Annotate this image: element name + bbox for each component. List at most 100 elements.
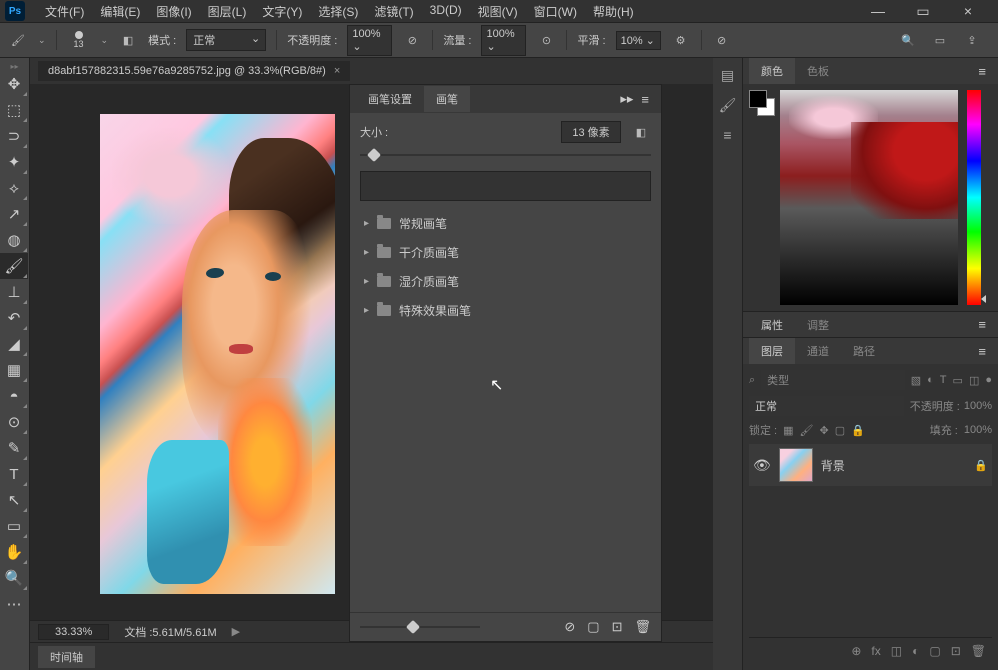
collapse-icon[interactable]: ▸▸ xyxy=(620,91,633,107)
eraser-tool[interactable]: ◢ xyxy=(0,331,28,357)
eyedropper-tool[interactable]: ↗ xyxy=(0,201,28,227)
link-icon[interactable]: ⊕ xyxy=(851,644,861,658)
tab-properties[interactable]: 属性 xyxy=(749,312,795,338)
opacity-input[interactable]: 100% ⌄ xyxy=(347,25,392,56)
brush-folder[interactable]: ▸常规画笔 xyxy=(360,209,651,238)
tab-brushes[interactable]: 画笔 xyxy=(424,86,470,112)
pressure-opacity-icon[interactable]: ⊘ xyxy=(402,30,422,50)
fg-bg-swatch[interactable] xyxy=(749,90,775,116)
more-tools[interactable]: ⋯ xyxy=(0,591,28,617)
airbrush-icon[interactable]: ⊙ xyxy=(536,30,556,50)
brush-folder[interactable]: ▸干介质画笔 xyxy=(360,238,651,267)
share-icon[interactable]: ⇪ xyxy=(962,30,982,50)
fill-value[interactable]: 100% xyxy=(964,424,992,436)
folder-icon[interactable]: ▢ xyxy=(587,619,599,635)
lock-artboard-icon[interactable]: ▢ xyxy=(835,424,845,437)
flip-icon[interactable]: ◧ xyxy=(631,122,651,142)
folder-icon[interactable]: ▢ xyxy=(929,644,940,658)
history-icon[interactable]: ▤ xyxy=(717,64,739,86)
lock-all-icon[interactable]: 🔒 xyxy=(851,424,865,437)
doc-tab[interactable]: d8abf157882315.59e76a9285752.jpg @ 33.3%… xyxy=(38,61,350,81)
size-slider[interactable] xyxy=(360,149,651,161)
chevron-down-icon[interactable]: ⌄ xyxy=(101,35,109,46)
filter-text-icon[interactable]: T xyxy=(940,374,947,387)
layer-opacity-value[interactable]: 100% xyxy=(964,400,992,412)
menu-item[interactable]: 图像(I) xyxy=(148,3,199,20)
history-brush-tool[interactable]: ↶ xyxy=(0,305,28,331)
fg-color[interactable] xyxy=(749,90,767,108)
preview-icon[interactable]: ⊘ xyxy=(564,619,575,635)
timeline-tab[interactable]: 时间轴 xyxy=(38,646,95,668)
brush-folder[interactable]: ▸特殊效果画笔 xyxy=(360,296,651,325)
hue-slider[interactable] xyxy=(967,90,981,305)
hand-tool[interactable]: ✋ xyxy=(0,539,28,565)
tool-preset-icon[interactable]: 🖌 xyxy=(8,30,28,50)
maximize-button[interactable]: ▭ xyxy=(908,3,938,20)
gear-icon[interactable]: ⚙ xyxy=(671,30,691,50)
minimize-button[interactable]: — xyxy=(863,3,893,20)
menu-item[interactable]: 3D(D) xyxy=(422,3,470,20)
trash-icon[interactable]: 🗑 xyxy=(971,644,986,658)
pen-tool[interactable]: ✎ xyxy=(0,435,28,461)
tab-layers[interactable]: 图层 xyxy=(749,338,795,364)
toolbar-handle[interactable]: ▸▸ xyxy=(0,61,29,71)
options-icon[interactable]: ≡ xyxy=(717,124,739,146)
blur-tool[interactable]: ◓ xyxy=(0,383,28,409)
layer-item[interactable]: 👁 背景 🔒 xyxy=(749,444,992,486)
menu-item[interactable]: 文件(F) xyxy=(37,3,92,20)
status-arrow-icon[interactable]: ▶ xyxy=(232,625,240,638)
crop-tool[interactable]: ⟡ xyxy=(0,175,28,201)
layer-blend-select[interactable]: 正常 xyxy=(749,396,904,416)
path-select-tool[interactable]: ↖ xyxy=(0,487,28,513)
tab-swatches[interactable]: 色板 xyxy=(795,58,841,84)
menu-item[interactable]: 帮助(H) xyxy=(585,3,642,20)
panel-menu-icon[interactable]: ≡ xyxy=(972,344,992,359)
lock-move-icon[interactable]: ✥ xyxy=(820,424,829,437)
tab-color[interactable]: 颜色 xyxy=(749,58,795,84)
tab-channels[interactable]: 通道 xyxy=(795,338,841,364)
smooth-input[interactable]: 10% ⌄ xyxy=(616,31,661,50)
lock-pixels-icon[interactable]: ▦ xyxy=(783,424,793,437)
panel-menu-icon[interactable]: ≡ xyxy=(972,317,992,332)
flow-input[interactable]: 100% ⌄ xyxy=(481,25,526,56)
new-icon[interactable]: ⊡ xyxy=(612,619,623,635)
visibility-icon[interactable]: 👁 xyxy=(753,457,771,474)
chevron-down-icon[interactable]: ⌄ xyxy=(38,35,46,46)
tab-adjustments[interactable]: 调整 xyxy=(795,312,841,338)
brush-preview[interactable]: 13 xyxy=(67,28,91,52)
stamp-tool[interactable]: ⊥ xyxy=(0,279,28,305)
filter-img-icon[interactable]: ▧ xyxy=(911,374,921,387)
layer-name-label[interactable]: 背景 xyxy=(821,457,845,474)
tab-paths[interactable]: 路径 xyxy=(841,338,887,364)
quick-select-tool[interactable]: ✦ xyxy=(0,149,28,175)
panel-menu-icon[interactable]: ≡ xyxy=(972,64,992,79)
healing-tool[interactable]: ◍ xyxy=(0,227,28,253)
mask-icon[interactable]: ◫ xyxy=(891,644,902,658)
filter-shape-icon[interactable]: ▭ xyxy=(953,374,963,387)
blend-mode-select[interactable]: 正常 xyxy=(186,29,266,51)
layer-filter-select[interactable]: 类型 xyxy=(761,370,905,390)
shape-tool[interactable]: ▭ xyxy=(0,513,28,539)
symmetry-icon[interactable]: ⊘ xyxy=(712,30,732,50)
filter-toggle-icon[interactable]: ● xyxy=(985,374,992,387)
size-input[interactable]: 13 像素 xyxy=(561,121,621,143)
adjustment-icon[interactable]: ◐ xyxy=(912,644,919,658)
menu-item[interactable]: 选择(S) xyxy=(310,3,366,20)
close-icon[interactable]: × xyxy=(334,65,340,77)
layer-thumbnail[interactable] xyxy=(779,448,813,482)
move-tool[interactable]: ✥ xyxy=(0,71,28,97)
workspace-icon[interactable]: ▭ xyxy=(930,30,950,50)
lock-paint-icon[interactable]: 🖌 xyxy=(800,424,814,437)
search-icon[interactable]: 🔍 xyxy=(898,30,918,50)
thumbnail-size-slider[interactable] xyxy=(360,621,480,633)
menu-item[interactable]: 图层(L) xyxy=(200,3,255,20)
filter-smart-icon[interactable]: ◫ xyxy=(969,374,979,387)
zoom-level[interactable]: 33.33% xyxy=(38,624,109,640)
fx-icon[interactable]: fx xyxy=(871,644,880,658)
dodge-tool[interactable]: ⊙ xyxy=(0,409,28,435)
filter-adj-icon[interactable]: ◐ xyxy=(927,374,934,387)
brush-tool[interactable]: 🖌 xyxy=(0,253,28,279)
panel-menu-icon[interactable]: ≡ xyxy=(641,92,649,107)
menu-item[interactable]: 文字(Y) xyxy=(254,3,310,20)
text-tool[interactable]: T xyxy=(0,461,28,487)
